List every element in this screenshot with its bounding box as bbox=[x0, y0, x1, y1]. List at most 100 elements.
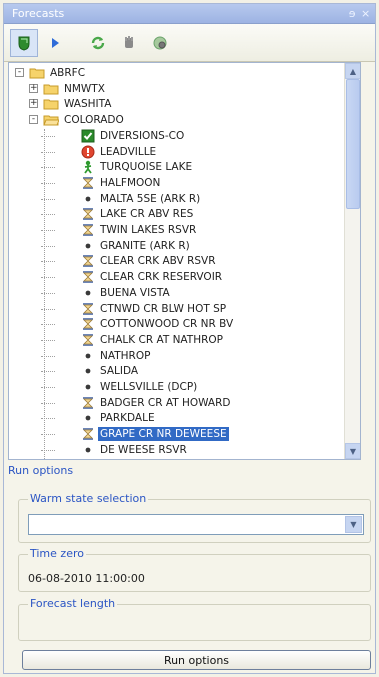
expand-icon[interactable]: + bbox=[29, 99, 38, 109]
tree-node[interactable]: COTTONWOOD CR NR BV bbox=[9, 316, 360, 332]
forecast-tree[interactable]: - ABRFC + NMWTX + WASHITA - COLORADO DIVERSIONS-… bbox=[8, 62, 361, 460]
hourglass-icon bbox=[81, 396, 95, 410]
tree-node-label: DE WEESE RSVR bbox=[100, 443, 187, 456]
tree-node-label: COTTONWOOD CR NR BV bbox=[100, 318, 234, 331]
hourglass-icon bbox=[81, 223, 95, 237]
folder-icon bbox=[43, 82, 59, 96]
tree-node[interactable]: BUENA VISTA bbox=[9, 285, 360, 301]
folder-icon bbox=[29, 66, 45, 80]
bullet-dot-icon bbox=[81, 192, 95, 206]
scroll-down-arrow[interactable]: ▼ bbox=[345, 443, 360, 459]
tree-node[interactable]: NATHROP bbox=[9, 348, 360, 364]
bullet-dot-icon bbox=[81, 443, 95, 457]
forecast-length-label: Forecast length bbox=[28, 597, 118, 610]
bullet-dot-icon bbox=[81, 411, 95, 425]
tree-node[interactable]: MALTA 5SE (ARK R) bbox=[9, 191, 360, 207]
refresh-icon bbox=[91, 36, 105, 49]
tree-node-label: CTNWD CR BLW HOT SP bbox=[100, 302, 227, 315]
tree-node[interactable]: - COLORADO bbox=[9, 112, 360, 128]
hourglass-icon bbox=[81, 270, 95, 284]
bullet-dot-icon bbox=[81, 364, 95, 378]
collapse-icon[interactable]: - bbox=[29, 115, 38, 125]
globe-settings-icon bbox=[153, 36, 167, 49]
tree-node-label: CHALK CR AT NATHROP bbox=[100, 333, 223, 346]
tree-connector-line bbox=[44, 129, 45, 459]
tree-node-label: SALIDA bbox=[100, 365, 139, 378]
tree-node-label: MALTA 5SE (ARK R) bbox=[100, 192, 201, 205]
forecast-shield-button[interactable] bbox=[10, 28, 38, 57]
folder-icon bbox=[43, 97, 59, 111]
tree-node[interactable]: CLEAR CRK ABV RSVR bbox=[9, 253, 360, 269]
scroll-thumb[interactable] bbox=[346, 79, 360, 209]
stop-hand-icon bbox=[125, 35, 133, 48]
time-zero-value: 06-08-2010 11:00:00 bbox=[28, 572, 145, 585]
tree-node[interactable]: CHALK CR AT NATHROP bbox=[9, 332, 360, 348]
run-options-button[interactable]: Run options bbox=[22, 650, 371, 670]
warm-state-select[interactable]: ▼ bbox=[28, 514, 364, 535]
tree-node[interactable]: TURQUOISE LAKE bbox=[9, 159, 360, 175]
tree-node-label: NMWTX bbox=[64, 82, 105, 95]
bullet-dot-icon bbox=[81, 239, 95, 253]
hourglass-icon bbox=[81, 317, 95, 331]
folder-open-icon bbox=[43, 113, 60, 127]
tree-node[interactable]: + NMWTX bbox=[9, 81, 360, 97]
time-zero-label: Time zero bbox=[28, 547, 86, 560]
stop-button[interactable] bbox=[115, 29, 143, 57]
shield-icon bbox=[18, 36, 30, 51]
tree-node-label: LAKE CR ABV RES bbox=[100, 208, 194, 221]
tree-node[interactable]: HALFMOON bbox=[9, 175, 360, 191]
tree-node[interactable]: LEADVILLE bbox=[9, 144, 360, 160]
warm-state-label: Warm state selection bbox=[28, 492, 149, 505]
panel-titlebar: Forecasts ɘ × bbox=[4, 4, 375, 24]
check-icon bbox=[81, 129, 95, 143]
bullet-dot-icon bbox=[81, 380, 95, 394]
refresh-button[interactable] bbox=[84, 29, 112, 57]
tree-node-label: GRAPE CR NR DEWEESE bbox=[97, 426, 230, 443]
tree-node-label: BADGER CR AT HOWARD bbox=[100, 396, 231, 409]
run-button[interactable] bbox=[41, 29, 69, 57]
panel-title: Forecasts bbox=[12, 7, 65, 20]
hourglass-icon bbox=[81, 302, 95, 316]
tree-node-label: HALFMOON bbox=[100, 176, 161, 189]
bullet-dot-icon bbox=[81, 286, 95, 300]
tree-node[interactable]: GRANITE (ARK R) bbox=[9, 238, 360, 254]
chevron-down-icon[interactable]: ▼ bbox=[345, 516, 362, 533]
panel-controls[interactable]: ɘ × bbox=[345, 7, 375, 20]
tree-node[interactable]: GRAPE CR NR DEWEESE bbox=[9, 426, 360, 443]
tree-node[interactable]: TWIN LAKES RSVR bbox=[9, 222, 360, 238]
tree-node[interactable]: PARKDALE bbox=[9, 410, 360, 426]
hourglass-icon bbox=[81, 427, 95, 441]
tree-node-label: BUENA VISTA bbox=[100, 286, 170, 299]
tree-node[interactable]: BADGER CR AT HOWARD bbox=[9, 395, 360, 411]
tree-node[interactable]: - ABRFC bbox=[9, 65, 360, 81]
collapse-icon[interactable]: - bbox=[15, 68, 24, 77]
tree-node-label: TURQUOISE LAKE bbox=[100, 161, 193, 174]
tree-node-label: COLORADO bbox=[64, 114, 124, 127]
tree-node-label: GRANITE (ARK R) bbox=[100, 239, 190, 252]
play-icon bbox=[52, 37, 59, 48]
tree-node-label: WASHITA bbox=[64, 98, 112, 111]
settings-button[interactable] bbox=[146, 29, 174, 57]
expand-icon[interactable]: + bbox=[29, 83, 38, 93]
error-icon bbox=[81, 145, 95, 159]
tree-node[interactable]: + WASHITA bbox=[9, 96, 360, 112]
tree-node[interactable]: SALIDA bbox=[9, 363, 360, 379]
tree-node-label: CLEAR CRK RESERVOIR bbox=[100, 271, 223, 284]
tree-node[interactable]: DE WEESE RSVR bbox=[9, 442, 360, 458]
tree-node[interactable]: LAKE CR ABV RES bbox=[9, 206, 360, 222]
tree-node[interactable]: CLEAR CRK RESERVOIR bbox=[9, 269, 360, 285]
tree-node[interactable]: CTNWD CR BLW HOT SP bbox=[9, 301, 360, 317]
bullet-dot-icon bbox=[81, 349, 95, 363]
running-icon bbox=[81, 160, 95, 174]
hourglass-icon bbox=[81, 176, 95, 190]
tree-node-label: PARKDALE bbox=[100, 412, 155, 425]
forecasts-panel: Forecasts ɘ × - ABRFC + NMWTX + WASHITA … bbox=[3, 3, 376, 674]
tree-node[interactable]: DIVERSIONS-CO bbox=[9, 128, 360, 144]
run-options-section-label: Run options bbox=[8, 464, 74, 477]
run-options-button-label: Run options bbox=[163, 653, 230, 667]
tree-node-label: DIVERSIONS-CO bbox=[100, 129, 185, 142]
scroll-up-arrow[interactable]: ▲ bbox=[345, 63, 360, 79]
tree-node[interactable]: WELLSVILLE (DCP) bbox=[9, 379, 360, 395]
tree-scrollbar[interactable]: ▲ ▼ bbox=[344, 63, 360, 459]
tree-node-label: WELLSVILLE (DCP) bbox=[100, 381, 198, 393]
